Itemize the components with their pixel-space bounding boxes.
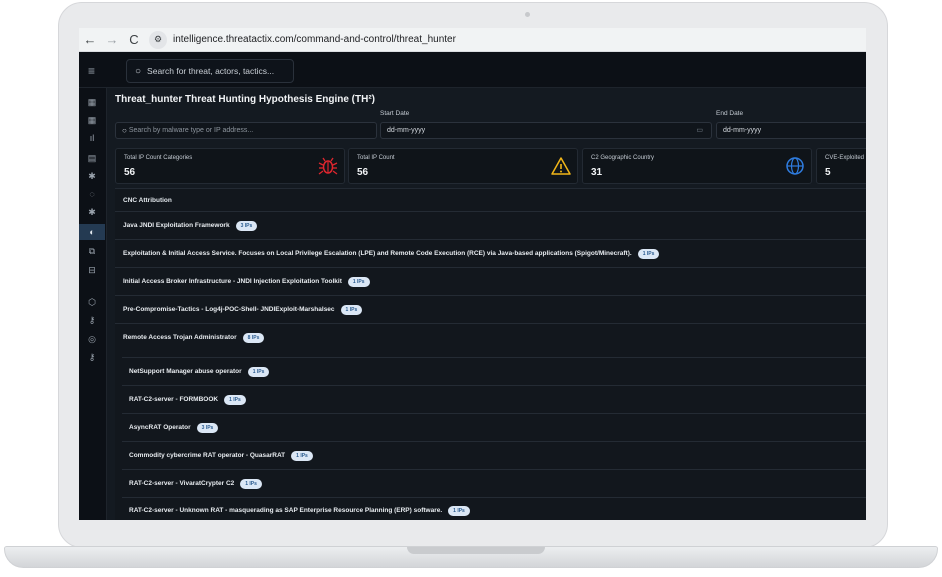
stat-label: CVE-Exploited <box>825 155 865 161</box>
coin-icon[interactable]: ◎ <box>79 331 105 347</box>
warning-icon <box>551 157 571 175</box>
stat-value: 5 <box>825 167 831 178</box>
camera-dot <box>525 12 530 17</box>
cnc-sub-row-label: NetSupport Manager abuse operator <box>129 368 242 375</box>
globe-icon <box>786 157 804 175</box>
cnc-sub-row-label: RAT-C2-server - Unknown RAT - masqueradi… <box>129 507 443 514</box>
ip-count-badge: 1 IPs <box>291 450 313 461</box>
cnc-row-label: Initial Access Broker Infrastructure - J… <box>123 278 342 285</box>
cnc-sub-row[interactable]: NetSupport Manager abuse operator 1 IPs <box>122 357 866 385</box>
stat-card-ip-categories: Total IP Count Categories 56 <box>115 148 345 184</box>
stat-card-ip-count: Total IP Count 56 <box>348 148 578 184</box>
cnc-sub-row-label: RAT-C2-server - FORMBOOK <box>129 396 219 403</box>
cnc-sub-row[interactable]: RAT-C2-server - VivaratCrypter C2 1 IPs <box>122 469 866 497</box>
stat-value: 31 <box>591 167 603 178</box>
network-icon[interactable]: ⧉ <box>79 243 105 259</box>
cnc-row[interactable]: Java JNDI Exploitation Framework 3 IPs <box>115 211 866 239</box>
cnc-row-expanded[interactable]: Remote Access Trojan Administrator 8 IPs <box>115 323 866 351</box>
ip-count-badge: 1 IPs <box>240 478 262 489</box>
stat-label: Total IP Count Categories <box>124 155 193 161</box>
search-icon: ○ <box>122 126 127 135</box>
cnc-row-label: Exploitation & Initial Access Service. F… <box>123 250 632 257</box>
ip-count-badge: 8 IPs <box>242 332 265 343</box>
global-search-input[interactable]: ○ Search for threat, actors, tactics... <box>126 59 294 83</box>
bar-chart-icon[interactable]: ıl <box>79 130 105 146</box>
document-icon[interactable]: ▤ <box>79 150 105 166</box>
cnc-row-label: Remote Access Trojan Administrator <box>123 334 237 341</box>
ip-count-badge: 1 IPs <box>347 276 370 287</box>
end-date-value: dd-mm-yyyy <box>723 127 762 134</box>
forward-arrow-icon[interactable]: → <box>101 32 123 47</box>
start-date-input[interactable]: dd-mm-yyyy ▭ <box>380 122 712 139</box>
cnc-attribution-title: CNC Attribution <box>123 197 172 204</box>
end-date-input[interactable]: dd-mm-yyyy <box>716 122 866 139</box>
start-date-value: dd-mm-yyyy <box>387 127 426 134</box>
end-date-label: End Date <box>716 110 744 117</box>
site-info-icon[interactable]: ⚙ <box>149 30 167 49</box>
malware-search-input[interactable]: ○ Search by malware type or IP address..… <box>115 122 377 139</box>
browser-toolbar: ← → C ⚙ intelligence.threatactix.com/com… <box>79 28 866 52</box>
cnc-sub-row-label: Commodity cybercrime RAT operator - Quas… <box>129 452 286 459</box>
grid-icon[interactable]: ▦ <box>79 94 105 110</box>
key-icon[interactable]: ⚷ <box>79 349 105 365</box>
cnc-sub-row[interactable]: AsyncRAT Operator 3 IPs <box>122 413 866 441</box>
sidebar: ▦ ▦ ıl ▤ ✱ ◌ ✱ ◐ ⧉ ⊟ ⬡ ⚷ ◎ ⚷ <box>79 88 107 520</box>
stat-value: 56 <box>124 167 136 178</box>
cnc-row[interactable]: Pre-Compromise-Tactics - Log4j-POC-Shell… <box>115 295 866 323</box>
grid-icon[interactable]: ▦ <box>79 112 105 128</box>
cnc-sub-row-label: AsyncRAT Operator <box>129 424 191 431</box>
laptop-base <box>4 546 938 568</box>
cnc-attribution-panel: CNC Attribution Java JNDI Exploitation F… <box>115 188 866 520</box>
cnc-row[interactable]: Exploitation & Initial Access Service. F… <box>115 239 866 267</box>
cnc-row-label: Java JNDI Exploitation Framework <box>123 222 230 229</box>
reload-icon[interactable]: C <box>123 32 145 47</box>
main-content: Threat_hunter Threat Hunting Hypothesis … <box>107 88 866 520</box>
cnc-sub-row-label: RAT-C2-server - VivaratCrypter C2 <box>129 480 235 487</box>
hunt-icon[interactable]: ◐ <box>79 224 105 240</box>
ip-count-badge: 1 IPs <box>247 366 270 377</box>
start-date-label: Start Date <box>380 110 410 117</box>
bug-icon <box>318 157 338 175</box>
ip-count-badge: 3 IPs <box>235 220 258 231</box>
back-arrow-icon[interactable]: ← <box>79 32 101 47</box>
cnc-sub-row[interactable]: Commodity cybercrime RAT operator - Quas… <box>122 441 866 469</box>
cnc-sub-row[interactable]: RAT-C2-server - Unknown RAT - masqueradi… <box>122 497 866 520</box>
cnc-sub-row[interactable]: RAT-C2-server - FORMBOOK 1 IPs <box>122 385 866 413</box>
cube-icon[interactable]: ⬡ <box>79 294 105 310</box>
cnc-row-label: Pre-Compromise-Tactics - Log4j-POC-Shell… <box>123 306 335 313</box>
ip-count-badge: 1 IPs <box>448 505 470 516</box>
page-title: Threat_hunter Threat Hunting Hypothesis … <box>115 94 376 105</box>
malware-search-placeholder: Search by malware type or IP address... <box>128 127 254 134</box>
ip-count-badge: 1 IPs <box>340 304 363 315</box>
search-icon: ○ <box>135 65 142 77</box>
stat-card-cve-exploited: CVE-Exploited 5 <box>816 148 866 184</box>
cnc-row[interactable]: Initial Access Broker Infrastructure - J… <box>115 267 866 295</box>
bug-icon[interactable]: ✱ <box>79 168 105 184</box>
stat-value: 56 <box>357 167 369 178</box>
ip-count-badge: 3 IPs <box>196 422 219 433</box>
screen: ← → C ⚙ intelligence.threatactix.com/com… <box>79 28 866 520</box>
stat-label: Total IP Count <box>357 155 395 161</box>
ip-count-badge: 1 IPs <box>637 248 660 259</box>
calendar-icon[interactable]: ▭ <box>696 126 703 134</box>
app-header: ≡ ○ Search for threat, actors, tactics..… <box>79 52 866 88</box>
key-icon[interactable]: ⚷ <box>79 312 105 328</box>
stat-label: C2 Geographic Country <box>591 155 655 161</box>
stat-card-geo-country: C2 Geographic Country 31 <box>582 148 812 184</box>
ip-count-badge: 1 IPs <box>224 394 246 405</box>
shield-icon[interactable]: ◌ <box>79 186 105 202</box>
laptop-notch <box>407 547 545 554</box>
menu-icon[interactable]: ≡ <box>88 64 95 78</box>
database-icon[interactable]: ⊟ <box>79 262 105 278</box>
address-bar[interactable]: intelligence.threatactix.com/command-and… <box>173 34 456 45</box>
bug-icon[interactable]: ✱ <box>79 204 105 220</box>
global-search-placeholder: Search for threat, actors, tactics... <box>147 66 275 76</box>
